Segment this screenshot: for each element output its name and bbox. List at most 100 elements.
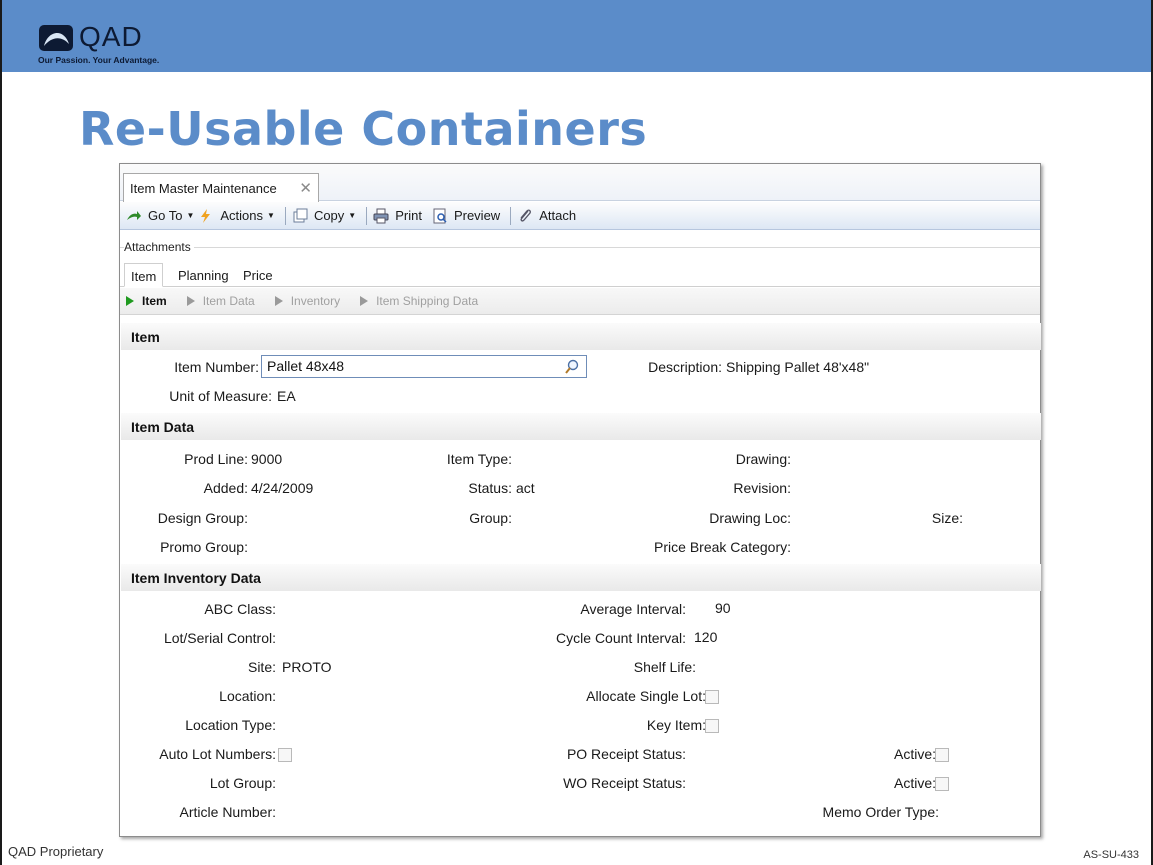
goto-button[interactable]: Go To ▼: [126, 208, 194, 224]
attach-button[interactable]: Attach: [517, 208, 576, 224]
nav-item-label: Item: [142, 294, 167, 308]
po-receipt-status-label: PO Receipt Status:: [566, 746, 686, 762]
location-type-label: Location Type:: [185, 717, 276, 733]
nav-item-data[interactable]: Item Data: [186, 294, 255, 308]
play-icon: [360, 296, 369, 306]
average-interval-value: 90: [715, 600, 731, 616]
wo-active-label: Active:: [893, 775, 936, 791]
lot-group-label: Lot Group:: [209, 775, 276, 791]
slide: QAD Our Passion. Your Advantage. Re-Usab…: [0, 0, 1153, 865]
cycle-count-interval-label: Cycle Count Interval:: [556, 630, 686, 646]
tab-price[interactable]: Price: [237, 263, 279, 287]
nav-item[interactable]: Item: [126, 294, 167, 308]
section-item-inventory-header: Item Inventory Data: [121, 564, 1041, 591]
unit-of-measure-value: EA: [277, 388, 296, 404]
prod-line-label: Prod Line:: [184, 451, 248, 467]
play-icon: [186, 296, 195, 306]
qad-logo-icon: [39, 25, 73, 51]
tab-label: Item Master Maintenance: [130, 181, 277, 196]
allocate-single-lot-label: Allocate Single Lot:: [586, 688, 706, 704]
print-label: Print: [395, 208, 422, 223]
copy-button[interactable]: Copy ▼: [292, 208, 356, 224]
nav-item-label: Item Data: [202, 294, 255, 308]
po-active-label: Active:: [893, 746, 936, 762]
promo-group-label: Promo Group:: [160, 539, 248, 555]
goto-arrow-icon: [127, 210, 141, 220]
item-number-input[interactable]: Pallet 48x48: [261, 355, 587, 378]
subtab-bar: Item Planning Price: [120, 263, 1040, 287]
wo-active-checkbox[interactable]: [935, 777, 949, 791]
qad-logo: QAD Our Passion. Your Advantage.: [38, 21, 198, 68]
item-type-label: Item Type:: [446, 451, 512, 467]
drawing-loc-label: Drawing Loc:: [709, 510, 791, 526]
chevron-down-icon: ▼: [348, 211, 357, 220]
added-label: Added:: [203, 480, 248, 496]
print-button[interactable]: Print: [373, 208, 422, 224]
section-item-data-header: Item Data: [121, 413, 1041, 440]
section-item-header: Item: [121, 323, 1041, 350]
site-label: Site:: [247, 659, 276, 675]
allocate-single-lot-checkbox[interactable]: [705, 690, 719, 704]
copy-label: Copy: [313, 208, 345, 223]
status-value: act: [516, 480, 535, 496]
key-item-label: Key Item:: [646, 717, 706, 733]
nav-item-label: Inventory: [290, 294, 341, 308]
abc-class-label: ABC Class:: [204, 601, 276, 617]
lightning-icon: [201, 208, 211, 223]
group-label: Group:: [469, 510, 512, 526]
footer-proprietary: QAD Proprietary: [8, 844, 104, 859]
location-label: Location:: [219, 688, 276, 704]
status-label: Status:: [468, 480, 512, 496]
nav-inventory[interactable]: Inventory: [274, 294, 341, 308]
design-group-label: Design Group:: [157, 510, 248, 526]
description-value: Shipping Pallet 48'x48": [726, 359, 870, 375]
chevron-down-icon: ▼: [267, 211, 275, 220]
nav-item-shipping-data[interactable]: Item Shipping Data: [360, 294, 478, 308]
added-value: 4/24/2009: [251, 480, 314, 496]
toolbar: Go To ▼ Actions ▼ Copy ▼ Print Preview A…: [120, 202, 1040, 230]
play-icon: [274, 296, 283, 306]
item-number-value: Pallet 48x48: [267, 358, 345, 374]
tab-planning[interactable]: Planning: [172, 263, 235, 287]
document-tabstrip: Item Master Maintenance ✕: [120, 164, 1040, 202]
wo-receipt-status-label: WO Receipt Status:: [563, 775, 686, 791]
drawing-label: Drawing:: [735, 451, 791, 467]
play-icon: [126, 296, 134, 306]
toolbar-divider: [510, 206, 512, 225]
section-navigator: Item Item Data Inventory Item Shipping D…: [120, 288, 1040, 315]
actions-label: Actions: [220, 208, 264, 223]
nav-item-label: Item Shipping Data: [376, 294, 479, 308]
preview-button[interactable]: Preview: [432, 208, 500, 224]
close-icon[interactable]: ✕: [299, 179, 312, 197]
actions-button[interactable]: Actions ▼: [198, 208, 275, 224]
item-master-window: Item Master Maintenance ✕ Go To ▼ Action…: [119, 163, 1041, 837]
tab-item[interactable]: Item: [124, 263, 164, 287]
description-label: Description:: [648, 359, 722, 375]
attachments-group: Attachments: [120, 231, 1040, 254]
tab-item-master-maintenance[interactable]: Item Master Maintenance ✕: [123, 173, 319, 202]
size-label: Size:: [931, 510, 963, 526]
header-banner: QAD Our Passion. Your Advantage.: [2, 0, 1151, 72]
key-item-checkbox[interactable]: [705, 719, 719, 733]
attach-label: Attach: [539, 208, 577, 223]
po-active-checkbox[interactable]: [935, 748, 949, 762]
preview-label: Preview: [453, 208, 501, 223]
printer-icon: [373, 208, 389, 223]
memo-order-type-label: Memo Order Type:: [822, 804, 939, 820]
auto-lot-numbers-checkbox[interactable]: [278, 748, 292, 762]
average-interval-label: Average Interval:: [580, 601, 686, 617]
item-number-label: Item Number:: [174, 359, 259, 375]
unit-of-measure-label: Unit of Measure:: [169, 388, 272, 404]
site-value: PROTO: [282, 659, 332, 675]
chevron-down-icon: ▼: [186, 211, 195, 220]
preview-icon: [433, 208, 447, 223]
auto-lot-numbers-label: Auto Lot Numbers:: [159, 746, 276, 762]
paperclip-icon: [520, 209, 532, 221]
toolbar-divider: [366, 206, 368, 225]
cycle-count-interval-value: 120: [694, 629, 718, 645]
prod-line-value: 9000: [251, 451, 283, 467]
copy-icon: [293, 208, 308, 222]
search-icon[interactable]: [564, 359, 580, 375]
revision-label: Revision:: [733, 480, 791, 496]
attachments-label: Attachments: [124, 240, 194, 254]
